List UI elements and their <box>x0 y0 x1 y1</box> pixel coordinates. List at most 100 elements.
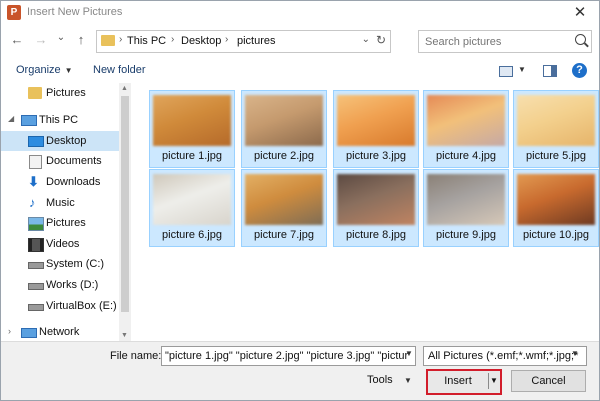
breadcrumb-this-pc[interactable]: This PC <box>127 35 166 47</box>
scroll-down-icon[interactable]: ▼ <box>121 332 128 339</box>
chevron-right-icon[interactable]: › <box>171 34 174 45</box>
nav-item-label: Pictures <box>46 217 86 229</box>
nav-item-system-c[interactable]: System (C:) <box>1 254 119 274</box>
nav-item-label: Network <box>39 326 80 338</box>
chevron-right-icon[interactable]: › <box>119 34 122 45</box>
nav-item-documents[interactable]: Documents <box>1 151 119 171</box>
thumbnail-image <box>245 174 323 225</box>
file-item[interactable]: picture 3.jpg <box>333 90 419 168</box>
search-icon[interactable] <box>575 34 586 45</box>
chevron-right-icon[interactable]: › <box>225 34 228 45</box>
new-folder-button[interactable]: New folder <box>93 64 146 76</box>
nav-item-label: Documents <box>46 155 102 167</box>
drive-icon <box>28 304 44 311</box>
help-icon[interactable]: ? <box>572 63 587 78</box>
cancel-button[interactable]: Cancel <box>511 370 586 392</box>
network-icon <box>21 328 37 338</box>
navigation-pane: Pictures ◢ This PC Desktop Documents ⬇ D… <box>1 83 132 341</box>
filter-dropdown-icon[interactable]: ▼ <box>571 349 579 358</box>
file-name-dropdown-icon[interactable]: ▼ <box>405 349 413 358</box>
file-item[interactable]: picture 5.jpg <box>513 90 599 168</box>
thumbnail-image <box>517 95 595 146</box>
pictures-icon <box>28 217 44 231</box>
nav-scrollbar[interactable]: ▲ ▼ <box>119 83 131 341</box>
file-item[interactable]: picture 8.jpg <box>333 169 419 247</box>
nav-item-virtualbox-e[interactable]: VirtualBox (E:) <box>1 296 119 316</box>
tools-caret-icon[interactable]: ▼ <box>404 376 412 385</box>
computer-icon <box>21 115 37 126</box>
nav-item-pictures-quick[interactable]: Pictures <box>1 83 119 103</box>
file-item[interactable]: picture 4.jpg <box>423 90 509 168</box>
address-dropdown-icon[interactable]: ⌄ <box>362 34 370 45</box>
nav-item-label: VirtualBox (E:) <box>46 300 117 312</box>
thumbnail-image <box>337 174 415 225</box>
file-name-label: picture 8.jpg <box>346 229 406 241</box>
folder-icon <box>101 35 115 46</box>
file-item[interactable]: picture 1.jpg <box>149 90 235 168</box>
nav-item-label: System (C:) <box>46 258 105 270</box>
nav-item-label: Downloads <box>46 176 101 188</box>
thumbnail-image <box>337 95 415 146</box>
address-bar[interactable]: › This PC › Desktop › pictures ⌄ ↻ <box>96 30 391 53</box>
folder-icon <box>28 87 42 99</box>
file-item[interactable]: picture 6.jpg <box>149 169 235 247</box>
change-view-icon[interactable] <box>499 66 513 77</box>
close-icon[interactable]: ✕ <box>571 3 589 21</box>
nav-item-network[interactable]: › Network <box>1 322 119 341</box>
file-item[interactable]: picture 2.jpg <box>241 90 327 168</box>
file-name-label: picture 9.jpg <box>436 229 496 241</box>
back-arrow-icon[interactable]: ← <box>9 32 25 47</box>
breadcrumb-desktop[interactable]: Desktop <box>181 35 221 47</box>
nav-item-downloads[interactable]: ⬇ Downloads <box>1 172 119 192</box>
search-box[interactable] <box>418 30 592 53</box>
nav-item-music[interactable]: ♪ Music <box>1 193 119 213</box>
drive-icon <box>28 262 44 269</box>
file-name-label: picture 2.jpg <box>254 150 314 162</box>
drive-icon <box>28 283 44 290</box>
downloads-icon: ⬇ <box>28 174 39 189</box>
tools-button[interactable]: Tools <box>367 374 393 386</box>
thumbnail-image <box>517 174 595 225</box>
file-name-label: picture 3.jpg <box>346 150 406 162</box>
nav-item-label: This PC <box>39 114 79 126</box>
search-input[interactable] <box>423 33 567 50</box>
nav-item-this-pc[interactable]: ◢ This PC <box>1 110 119 130</box>
file-name-label: picture 10.jpg <box>522 229 590 241</box>
scroll-up-icon[interactable]: ▲ <box>121 85 128 92</box>
nav-item-videos[interactable]: Videos <box>1 234 119 254</box>
split-divider <box>488 373 489 389</box>
nav-item-works-d[interactable]: Works (D:) <box>1 275 119 295</box>
insert-options-caret-icon[interactable]: ▼ <box>490 376 498 385</box>
file-item[interactable]: picture 7.jpg <box>241 169 327 247</box>
powerpoint-icon: P <box>7 5 21 20</box>
organize-label: Organize <box>16 64 61 76</box>
preview-pane-icon[interactable] <box>543 65 557 77</box>
nav-item-label: Desktop <box>46 135 87 147</box>
thumbnail-image <box>427 174 505 225</box>
file-item[interactable]: picture 9.jpg <box>423 169 509 247</box>
refresh-icon[interactable]: ↻ <box>376 33 386 47</box>
file-name-label: File name: <box>110 350 162 362</box>
dialog-footer: File name: "picture 1.jpg" "picture 2.jp… <box>1 341 599 400</box>
breadcrumb-pictures[interactable]: pictures <box>237 35 276 47</box>
thumbnail-image <box>427 95 505 146</box>
collapse-arrow-icon[interactable]: ◢ <box>8 114 14 123</box>
nav-item-desktop[interactable]: Desktop <box>1 131 119 151</box>
recent-locations-chevron-icon[interactable]: ⌄ <box>53 32 69 43</box>
nav-item-label: Works (D:) <box>46 279 99 291</box>
file-name-input[interactable]: "picture 1.jpg" "picture 2.jpg" "picture… <box>161 346 416 366</box>
file-item[interactable]: picture 10.jpg <box>513 169 599 247</box>
title-bar: P Insert New Pictures ✕ <box>1 1 599 25</box>
nav-item-label: Videos <box>46 238 80 250</box>
up-arrow-icon[interactable]: ↑ <box>73 32 89 47</box>
scrollbar-thumb[interactable] <box>121 96 129 312</box>
window-title: Insert New Pictures <box>27 6 123 18</box>
insert-button[interactable]: Insert ▼ <box>426 369 502 395</box>
organize-button[interactable]: Organize ▼ <box>16 64 73 76</box>
videos-icon <box>28 238 44 252</box>
file-type-filter[interactable]: All Pictures (*.emf;*.wmf;*.jpg;* <box>423 346 587 366</box>
forward-arrow-icon[interactable]: → <box>33 32 49 47</box>
view-options-caret-icon[interactable]: ▼ <box>518 65 526 74</box>
nav-item-pictures[interactable]: Pictures <box>1 213 119 233</box>
expand-arrow-icon[interactable]: › <box>8 326 11 336</box>
